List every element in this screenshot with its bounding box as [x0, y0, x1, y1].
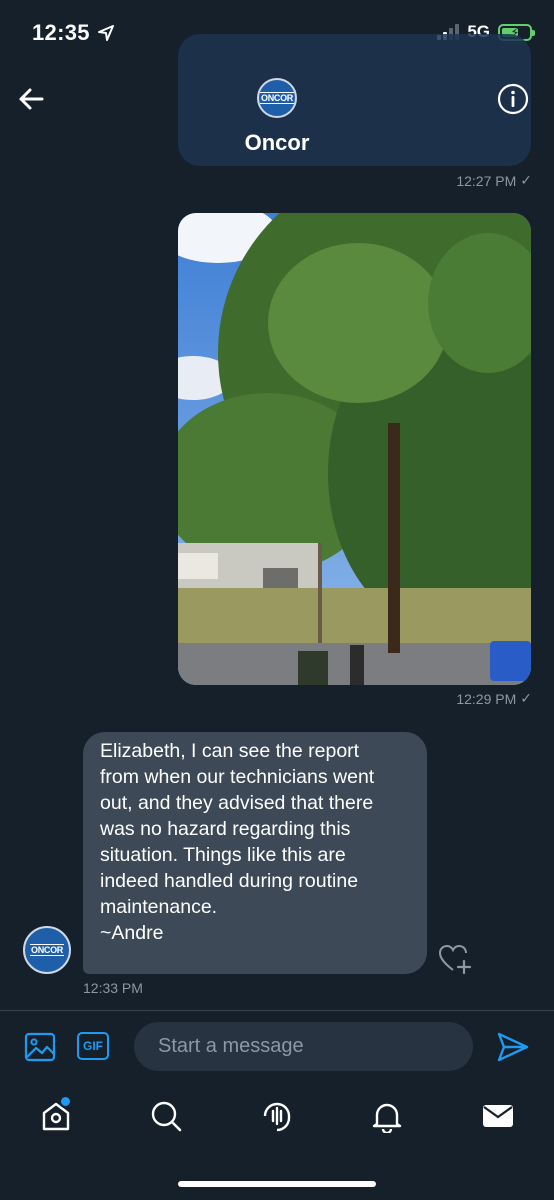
location-arrow-icon	[98, 25, 115, 41]
message-line: from when our technicians went	[100, 766, 375, 788]
composer-divider	[0, 1010, 554, 1011]
tab-spaces[interactable]	[259, 1098, 295, 1134]
info-icon[interactable]	[497, 83, 529, 115]
message-line: indeed handled during routine	[100, 870, 359, 892]
conversation-title[interactable]: Oncor	[0, 130, 554, 156]
status-time: 12:35	[32, 20, 115, 46]
message-line: ~Andre	[100, 922, 164, 944]
oncor-logo: ONCOR	[30, 944, 64, 956]
message-timestamp: 12:27 PM ✓	[456, 172, 532, 189]
message-line: maintenance.	[100, 896, 218, 918]
back-button[interactable]	[14, 82, 48, 116]
bell-icon	[372, 1103, 402, 1133]
notification-dot	[59, 1095, 72, 1108]
search-icon	[151, 1101, 182, 1132]
received-message-bubble[interactable]: Elizabeth, I can see the report from whe…	[83, 732, 427, 974]
tab-search[interactable]	[148, 1098, 184, 1134]
gif-button[interactable]: GIF	[77, 1032, 109, 1060]
home-indicator	[178, 1181, 376, 1187]
photo-message[interactable]	[178, 213, 531, 685]
tab-home[interactable]	[38, 1095, 74, 1134]
spaces-icon	[263, 1102, 291, 1132]
tab-notifications[interactable]	[369, 1098, 405, 1134]
image-icon[interactable]	[24, 1032, 56, 1062]
tab-messages[interactable]	[480, 1098, 516, 1134]
message-line: situation. Things like this are	[100, 844, 346, 866]
sent-check-icon: ✓	[520, 172, 532, 188]
message-line: out, and they advised that there	[100, 792, 374, 814]
message-input[interactable]	[134, 1022, 473, 1071]
mail-icon	[483, 1105, 513, 1127]
tree-photo-image	[178, 213, 531, 685]
message-timestamp: 12:33 PM	[83, 980, 143, 996]
message-line: was no hazard regarding this	[100, 818, 351, 840]
sender-avatar[interactable]: ONCOR	[23, 926, 71, 974]
oncor-logo: ONCOR	[260, 92, 294, 104]
heart-plus-icon[interactable]	[438, 943, 472, 975]
send-icon[interactable]	[496, 1031, 530, 1063]
message-line: Elizabeth, I can see the report	[100, 740, 360, 762]
message-timestamp: 12:29 PM ✓	[456, 690, 532, 707]
header-avatar[interactable]: ONCOR	[257, 78, 297, 118]
sent-check-icon: ✓	[520, 690, 532, 706]
